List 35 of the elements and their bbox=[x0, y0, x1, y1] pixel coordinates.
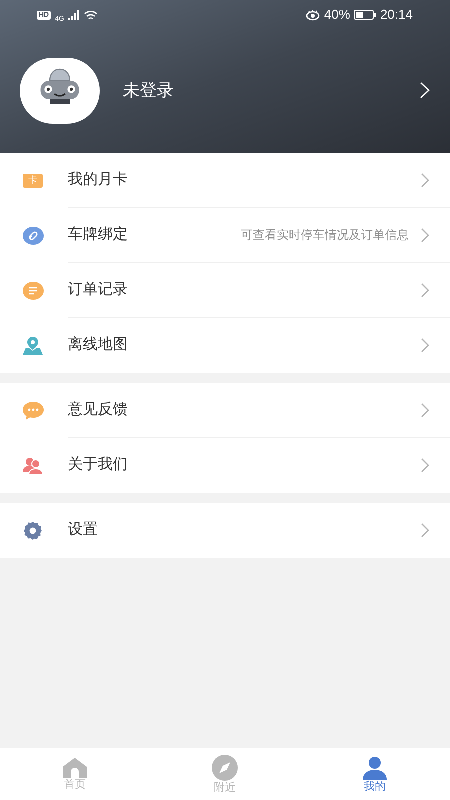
card-icon: 卡 bbox=[23, 174, 43, 188]
chevron-right-icon bbox=[421, 282, 430, 298]
menu-label: 关于我们 bbox=[68, 455, 129, 476]
chevron-right-icon bbox=[421, 228, 430, 242]
battery-percent: 40% bbox=[324, 6, 350, 24]
menu-hint: 可查看实时停车情况及订单信息 bbox=[241, 227, 409, 244]
eye-icon bbox=[306, 10, 320, 20]
compass-icon bbox=[212, 754, 238, 780]
tab-item[interactable]: 我的 bbox=[300, 748, 450, 800]
wifi-icon bbox=[84, 10, 98, 20]
menu-label: 离线地图 bbox=[68, 335, 129, 356]
menu-item[interactable]: 意见反馈 bbox=[0, 383, 450, 438]
chevron-right-icon bbox=[421, 458, 430, 473]
chevron-right-icon bbox=[421, 402, 430, 418]
menu-label: 订单记录 bbox=[68, 280, 129, 300]
menu-label: 设置 bbox=[68, 520, 99, 540]
chevron-right-icon[interactable] bbox=[420, 82, 430, 99]
home-icon bbox=[63, 758, 87, 778]
menu-label: 车牌绑定 bbox=[68, 224, 129, 245]
menu-item[interactable]: 卡 我的月卡 bbox=[0, 153, 450, 208]
menu-label: 意见反馈 bbox=[68, 400, 129, 420]
chevron-right-icon bbox=[421, 523, 430, 538]
menu-item[interactable]: 订单记录 bbox=[0, 263, 450, 318]
signal-icon bbox=[68, 10, 80, 20]
menu-item[interactable]: 关于我们 bbox=[0, 438, 450, 493]
menu-item[interactable]: 离线地图 bbox=[0, 318, 450, 373]
clock-time: 20:14 bbox=[380, 6, 413, 24]
login-status[interactable]: 未登录 bbox=[123, 78, 420, 104]
battery-icon bbox=[354, 10, 376, 20]
chevron-right-icon bbox=[421, 172, 430, 188]
chevron-right-icon bbox=[421, 338, 430, 353]
person-icon bbox=[363, 756, 387, 780]
menu-label: 我的月卡 bbox=[68, 170, 129, 190]
menu-item[interactable]: 设置 bbox=[0, 503, 450, 558]
menu-item[interactable]: 车牌绑定 可查看实时停车情况及订单信息 bbox=[0, 208, 450, 263]
